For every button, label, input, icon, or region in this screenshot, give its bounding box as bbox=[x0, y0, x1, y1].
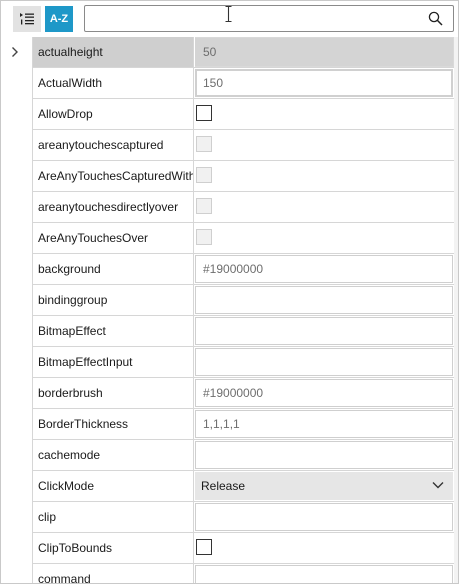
property-name: background bbox=[32, 254, 194, 284]
property-value-cell: Release bbox=[195, 471, 454, 501]
property-row[interactable]: ClipToBounds bbox=[32, 533, 454, 564]
property-value-cell bbox=[195, 223, 454, 253]
property-row[interactable]: bindinggroup bbox=[32, 285, 454, 316]
property-value-cell bbox=[195, 502, 454, 532]
property-row[interactable]: command bbox=[32, 564, 454, 583]
property-row[interactable]: background #19000000 bbox=[32, 254, 454, 285]
property-value-cell bbox=[195, 564, 454, 583]
property-name: cachemode bbox=[32, 440, 194, 470]
property-name: borderbrush bbox=[32, 378, 194, 408]
search-icon[interactable] bbox=[428, 11, 443, 26]
property-value-field[interactable]: #19000000 bbox=[195, 379, 453, 407]
property-value-cell bbox=[195, 316, 454, 346]
search-input[interactable] bbox=[89, 8, 423, 30]
property-value-field[interactable] bbox=[195, 565, 453, 583]
row-gutter bbox=[1, 37, 32, 583]
property-value-cell: 50 bbox=[195, 37, 454, 67]
property-dropdown[interactable]: Release bbox=[195, 472, 453, 500]
property-row[interactable]: actualheight 50 bbox=[32, 37, 454, 68]
property-value-cell: 1,1,1,1 bbox=[195, 409, 454, 439]
property-row[interactable]: areanytouchescaptured bbox=[32, 130, 454, 161]
property-value-field[interactable]: 150 bbox=[195, 69, 453, 97]
property-value-cell bbox=[195, 533, 454, 563]
property-checkbox-disabled bbox=[196, 198, 212, 214]
property-value-cell bbox=[195, 440, 454, 470]
property-name: command bbox=[32, 564, 194, 583]
property-value-cell: #19000000 bbox=[195, 378, 454, 408]
chevron-down-icon[interactable] bbox=[432, 481, 444, 489]
property-name: bindinggroup bbox=[32, 285, 194, 315]
property-name: clip bbox=[32, 502, 194, 532]
property-row[interactable]: cachemode bbox=[32, 440, 454, 471]
property-value-cell bbox=[195, 285, 454, 315]
property-row[interactable]: ActualWidth 150 bbox=[32, 68, 454, 99]
property-row[interactable]: ClickMode Release bbox=[32, 471, 454, 502]
property-name: ClickMode bbox=[32, 471, 194, 501]
property-row[interactable]: AreAnyTouchesOver bbox=[32, 223, 454, 254]
property-value-field[interactable] bbox=[195, 286, 453, 314]
vertical-scrollbar[interactable] bbox=[454, 37, 458, 583]
sort-alphabetical-button[interactable]: A-Z bbox=[45, 6, 73, 32]
property-value-cell bbox=[195, 130, 454, 160]
property-name: AllowDrop bbox=[32, 99, 194, 129]
property-checkbox-disabled bbox=[196, 167, 212, 183]
property-value-cell bbox=[195, 192, 454, 222]
property-checkbox[interactable] bbox=[196, 105, 212, 121]
property-value-field[interactable] bbox=[195, 503, 453, 531]
property-value-field[interactable] bbox=[195, 441, 453, 469]
property-row[interactable]: BitmapEffectInput bbox=[32, 347, 454, 378]
property-value-field[interactable]: 50 bbox=[195, 38, 453, 66]
property-name: ActualWidth bbox=[32, 68, 194, 98]
chevron-right-icon bbox=[12, 47, 18, 57]
property-row[interactable]: AllowDrop bbox=[32, 99, 454, 130]
property-grid-toolbar: A-Z bbox=[1, 1, 458, 35]
property-checkbox-disabled bbox=[196, 229, 212, 245]
property-name: areanytouchescaptured bbox=[32, 130, 194, 160]
property-name: BitmapEffect bbox=[32, 316, 194, 346]
property-row[interactable]: borderbrush #19000000 bbox=[32, 378, 454, 409]
property-row[interactable]: BitmapEffect bbox=[32, 316, 454, 347]
property-value-field[interactable]: #19000000 bbox=[195, 255, 453, 283]
dropdown-selected-value: Release bbox=[201, 479, 246, 493]
property-list: actualheight 50 ActualWidth 150 AllowDro… bbox=[32, 37, 454, 583]
property-value-cell bbox=[195, 347, 454, 377]
property-value-field[interactable]: 1,1,1,1 bbox=[195, 410, 453, 438]
property-value-field[interactable] bbox=[195, 348, 453, 376]
property-checkbox-disabled bbox=[196, 136, 212, 152]
search-box[interactable] bbox=[84, 5, 454, 32]
property-name: AreAnyTouchesOver bbox=[32, 223, 194, 253]
property-grid: A-Z actualheight 50 ActualWidth 150 Allo… bbox=[0, 0, 459, 584]
property-value-field[interactable] bbox=[195, 317, 453, 345]
property-name: actualheight bbox=[32, 37, 194, 67]
property-name: ClipToBounds bbox=[32, 533, 194, 563]
property-name: BitmapEffectInput bbox=[32, 347, 194, 377]
property-name: BorderThickness bbox=[32, 409, 194, 439]
property-row[interactable]: BorderThickness 1,1,1,1 bbox=[32, 409, 454, 440]
property-value-cell bbox=[195, 99, 454, 129]
property-row[interactable]: AreAnyTouchesCapturedWithin bbox=[32, 161, 454, 192]
property-name: AreAnyTouchesCapturedWithin bbox=[32, 161, 194, 191]
property-row[interactable]: areanytouchesdirectlyover bbox=[32, 192, 454, 223]
text-cursor-icon bbox=[225, 6, 232, 22]
property-row[interactable]: clip bbox=[32, 502, 454, 533]
property-value-cell: 150 bbox=[195, 68, 454, 98]
property-name: areanytouchesdirectlyover bbox=[32, 192, 194, 222]
categorized-list-icon bbox=[20, 13, 34, 25]
property-value-cell bbox=[195, 161, 454, 191]
categorized-view-button[interactable] bbox=[13, 6, 41, 32]
property-checkbox[interactable] bbox=[196, 539, 212, 555]
sort-label: A-Z bbox=[49, 13, 69, 25]
property-value-cell: #19000000 bbox=[195, 254, 454, 284]
